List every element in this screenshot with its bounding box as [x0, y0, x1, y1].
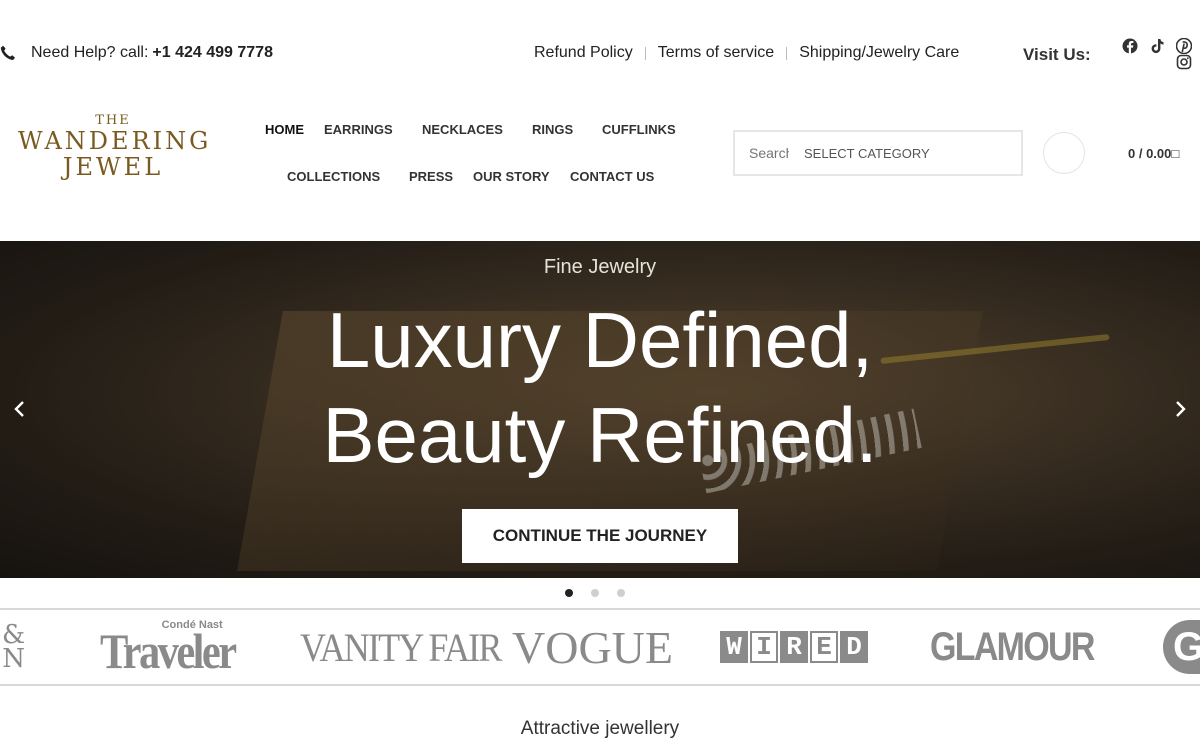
tiktok-icon[interactable]: [1149, 38, 1165, 54]
search-button[interactable]: [1043, 132, 1085, 174]
link-shipping-jewelry-care[interactable]: Shipping/Jewelry Care: [799, 44, 959, 62]
nav-cufflinks[interactable]: CUFFLINKS: [602, 122, 676, 137]
nav-rings[interactable]: RINGS: [532, 122, 573, 137]
press-logo-wired: W I R E D: [720, 610, 868, 684]
policy-links: Refund Policy Terms of service Shipping/…: [534, 44, 959, 62]
press-logo-glamour: GLAMOUR: [930, 624, 1095, 669]
hero-slider: Fine Jewelry Luxury Defined, Beauty Refi…: [0, 241, 1200, 578]
category-select[interactable]: SELECT CATEGORY: [804, 146, 930, 161]
help-text: Need Help? call:: [31, 44, 149, 61]
search-input[interactable]: [749, 145, 789, 161]
top-bar: Need Help? call: +1 424 499 7778 Refund …: [0, 0, 1200, 100]
phone-number[interactable]: +1 424 499 7778: [152, 44, 273, 62]
chevron-left-icon[interactable]: [9, 398, 31, 420]
instagram-icon[interactable]: [1176, 54, 1192, 70]
logo-line-jewel: JEWEL: [62, 153, 164, 181]
slider-dots: [565, 589, 625, 597]
nav-our-story[interactable]: OUR STORY: [473, 169, 550, 184]
hero-headline: Luxury Defined, Beauty Refined.: [0, 293, 1200, 483]
hero-eyebrow: Fine Jewelry: [543, 256, 657, 278]
nav-home[interactable]: HOME: [265, 122, 304, 137]
continue-journey-button[interactable]: CONTINUE THE JOURNEY: [462, 509, 738, 563]
pinterest-icon[interactable]: [1175, 37, 1193, 55]
nav-contact-us[interactable]: CONTACT US: [570, 169, 654, 184]
search-bar: SELECT CATEGORY: [733, 130, 1023, 176]
section-title: Attractive jewellery: [520, 718, 680, 739]
nav-press[interactable]: PRESS: [409, 169, 453, 184]
slider-dot-3[interactable]: [617, 589, 625, 597]
link-refund-policy[interactable]: Refund Policy: [534, 44, 633, 62]
social-links: [1120, 37, 1200, 73]
divider: [644, 46, 646, 60]
cart-icon: □: [1171, 146, 1180, 161]
logo-line-the: THE: [95, 113, 131, 128]
brand-logo[interactable]: THE WANDERING JEWEL: [18, 113, 208, 180]
slider-dot-1[interactable]: [565, 589, 573, 597]
visit-us-label: Visit Us:: [1023, 45, 1091, 64]
hero-headline-line2: Beauty Refined.: [322, 391, 878, 479]
chevron-right-icon[interactable]: [1169, 398, 1191, 420]
nav-necklaces[interactable]: NECKLACES: [422, 122, 503, 137]
phone-icon: [0, 45, 15, 60]
nav-earrings[interactable]: EARRINGS: [324, 122, 393, 137]
press-logo-vanity-fair: VANITY FAIR: [300, 624, 502, 670]
facebook-icon[interactable]: [1122, 38, 1138, 54]
link-terms-of-service[interactable]: Terms of service: [658, 44, 774, 62]
logo-line-wandering: WANDERING: [18, 127, 212, 155]
press-logos: & N Condé Nast Traveler VANITY FAIR VOGU…: [0, 608, 1200, 686]
help-contact: Need Help? call: +1 424 499 7778: [0, 44, 273, 62]
cart-total[interactable]: 0 / 0.00□: [1128, 146, 1179, 161]
press-logo-partial-g: G: [1163, 610, 1200, 684]
press-logo-traveler: Condé Nast Traveler: [100, 619, 237, 679]
press-logo-partial: & N: [2, 620, 26, 674]
hero-headline-line1: Luxury Defined,: [326, 296, 874, 384]
press-logo-vogue: VOGUE: [512, 621, 673, 673]
nav-collections[interactable]: COLLECTIONS: [287, 169, 380, 184]
slider-dot-2[interactable]: [591, 589, 599, 597]
divider: [786, 46, 788, 60]
cart-label: 0 / 0.00: [1128, 146, 1172, 161]
